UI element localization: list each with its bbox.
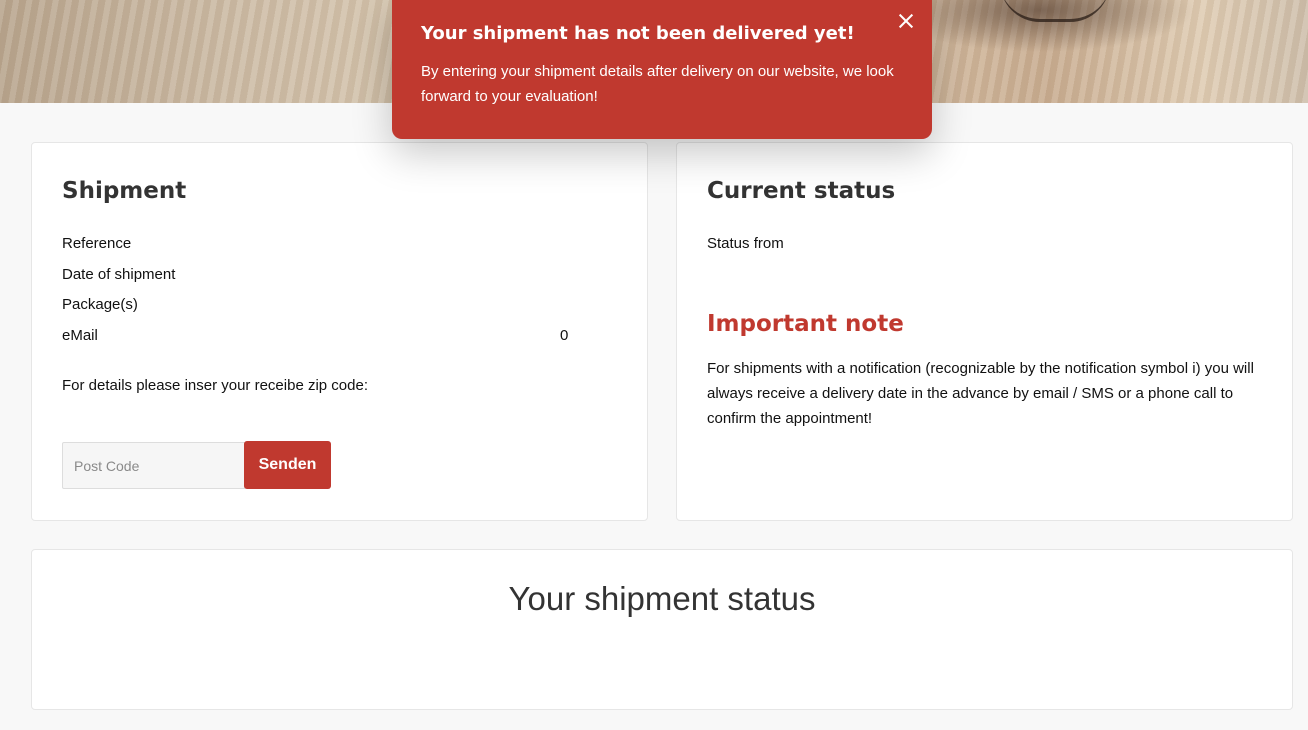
close-icon[interactable]: [895, 10, 917, 32]
important-note-text: For shipments with a notification (recog…: [707, 360, 1254, 427]
notification-title: Your shipment has not been delivered yet…: [421, 23, 855, 44]
shipment-row-label: Date of shipment: [62, 266, 176, 283]
shipment-card: Shipment Reference Date of shipment Pack…: [31, 142, 648, 521]
shipment-row-label: eMail: [62, 327, 98, 344]
notification-message: By entering your shipment details after …: [421, 63, 894, 105]
shipment-row-label: Reference: [62, 235, 132, 252]
shipment-row-value: 0: [560, 327, 569, 344]
submit-button[interactable]: Senden: [244, 441, 331, 489]
shipment-heading: Shipment: [62, 178, 187, 204]
hero-eye-detail: [1000, 0, 1110, 22]
shipment-row-label: Package(s): [62, 296, 138, 313]
zip-code-prompt: For details please inser your receibe zi…: [62, 377, 368, 394]
postcode-input[interactable]: [62, 442, 245, 489]
current-status-heading: Current status: [707, 178, 896, 204]
shipment-status-card: Your shipment status: [31, 549, 1293, 710]
shipment-status-title: Your shipment status: [508, 580, 816, 617]
current-status-card: Current status Status from Important not…: [676, 142, 1293, 521]
important-note-heading: Important note: [707, 311, 904, 337]
status-from-label: Status from: [707, 235, 784, 252]
notification-banner: Your shipment has not been delivered yet…: [392, 0, 932, 139]
